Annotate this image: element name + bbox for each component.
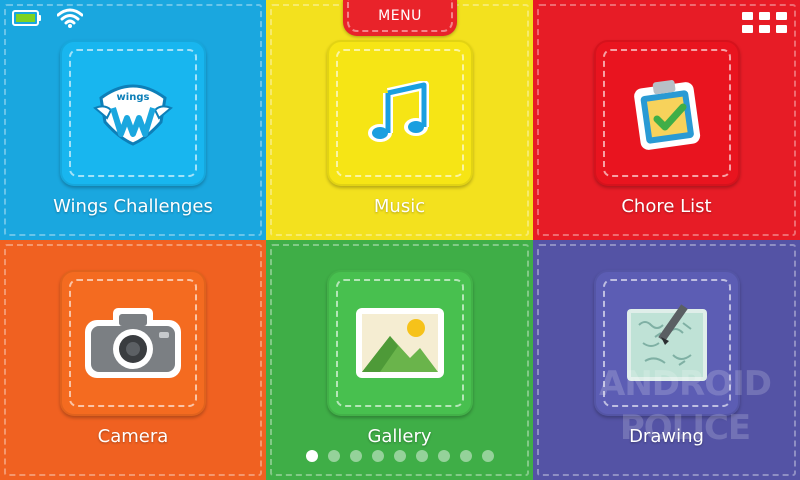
app-label-wings-challenges: Wings Challenges xyxy=(53,196,213,217)
gallery-image-icon xyxy=(355,308,444,378)
app-label-drawing: Drawing xyxy=(629,426,704,447)
tile-wings-challenges[interactable]: wings Wings Challenges xyxy=(0,0,266,240)
clipboard-check-icon xyxy=(633,80,700,150)
wings-badge-text: wings xyxy=(117,92,150,103)
page-dot[interactable] xyxy=(350,450,362,462)
app-icon-gallery[interactable] xyxy=(326,270,473,416)
wifi-icon xyxy=(57,8,83,28)
app-icon-chore-list[interactable] xyxy=(593,40,740,186)
app-icon-music[interactable] xyxy=(326,40,473,186)
page-dot[interactable] xyxy=(416,450,428,462)
app-label-gallery: Gallery xyxy=(367,426,432,447)
page-dot[interactable] xyxy=(438,450,450,462)
tile-music[interactable]: Music xyxy=(266,0,533,240)
page-dot[interactable] xyxy=(460,450,472,462)
page-dot[interactable] xyxy=(328,450,340,462)
app-label-chore-list: Chore List xyxy=(621,196,712,217)
drawing-pencil-icon xyxy=(626,304,707,381)
page-dot[interactable] xyxy=(372,450,384,462)
app-grid: wings Wings Challenges Music Chore List … xyxy=(0,0,800,480)
app-label-music: Music xyxy=(373,196,426,217)
menu-button[interactable]: MENU xyxy=(343,0,457,36)
music-note-icon xyxy=(367,81,429,142)
app-icon-wings-challenges[interactable]: wings xyxy=(60,40,206,186)
page-indicator xyxy=(300,450,500,464)
app-icon-drawing[interactable] xyxy=(593,270,740,416)
app-label-camera: Camera xyxy=(97,426,169,447)
battery-icon xyxy=(12,10,41,26)
page-dot[interactable] xyxy=(394,450,406,462)
wings-badge-icon: wings xyxy=(93,84,173,146)
tile-gallery[interactable]: Gallery xyxy=(266,240,533,480)
app-icon-camera[interactable] xyxy=(60,270,206,416)
tile-drawing[interactable]: Drawing xyxy=(533,240,800,480)
page-dot[interactable] xyxy=(306,450,318,462)
camera-icon xyxy=(85,308,181,378)
apps-grid-icon[interactable] xyxy=(742,12,788,38)
page-dot[interactable] xyxy=(482,450,494,462)
tile-camera[interactable]: Camera xyxy=(0,240,266,480)
